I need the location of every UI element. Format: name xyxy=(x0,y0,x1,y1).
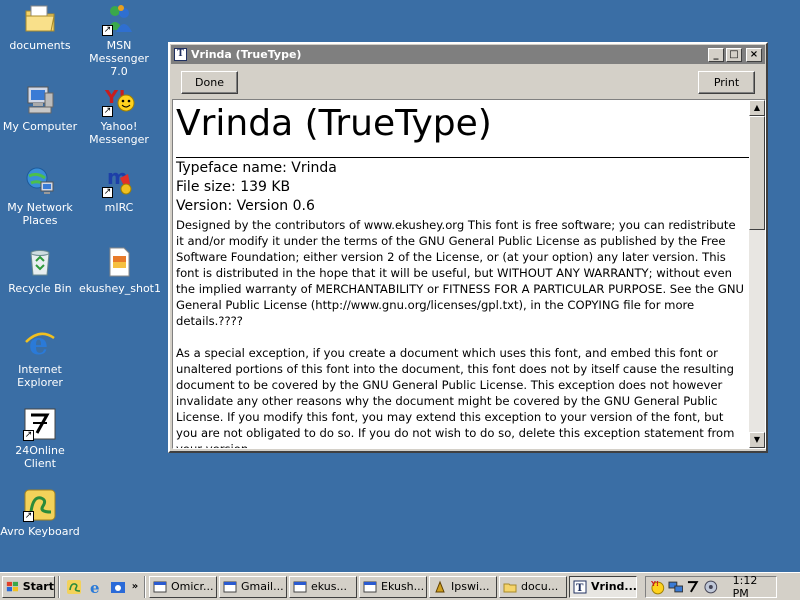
font-preview-content: Vrinda (TrueType) Typeface name: Vrinda … xyxy=(173,100,749,448)
taskbar-separator xyxy=(58,575,60,598)
font-icon: T xyxy=(573,580,587,594)
window-icon xyxy=(223,581,237,592)
desktop-icon-my-computer[interactable]: My Computer xyxy=(0,83,80,133)
minimize-button[interactable]: _ xyxy=(708,47,724,62)
svg-text:e: e xyxy=(90,579,100,595)
taskbar-button-ekus[interactable]: ekus... xyxy=(289,575,357,598)
svg-text:T: T xyxy=(576,583,584,594)
task-label: Ipswi... xyxy=(451,580,490,593)
task-label: ekus... xyxy=(311,580,347,593)
image-file-icon xyxy=(102,245,136,279)
task-label: Gmail... xyxy=(241,580,284,593)
24online-tray-icon[interactable] xyxy=(685,579,701,595)
desktop-icon-mirc[interactable]: m ↗ mIRC xyxy=(79,164,159,214)
quicklaunch-avro-icon[interactable] xyxy=(65,578,83,596)
desktop-icon-internet-explorer[interactable]: e Internet Explorer xyxy=(0,326,80,389)
desktop-icon-label: documents xyxy=(9,39,71,52)
vertical-scrollbar[interactable]: ▲ ▼ xyxy=(749,100,765,448)
window-icon xyxy=(363,581,377,592)
license-paragraph: Designed by the contributors of www.ekus… xyxy=(176,218,744,328)
desktop-icon-label: Internet Explorer xyxy=(17,363,63,389)
24online-client-icon: ↗ xyxy=(23,407,57,441)
taskbar-button-docu[interactable]: docu... xyxy=(499,575,567,598)
font-viewer-window: T Vrinda (TrueType) _ □ × Done Print Vri… xyxy=(168,42,768,453)
maximize-button[interactable]: □ xyxy=(726,47,742,62)
task-label: Vrind... xyxy=(591,580,637,593)
desktop-icon-label: Yahoo! Messenger xyxy=(89,120,149,146)
desktop-icon-avro-keyboard[interactable]: ↗ Avro Keyboard xyxy=(0,488,80,538)
close-button[interactable]: × xyxy=(746,47,762,62)
network-places-icon xyxy=(23,164,57,198)
window-toolbar: Done Print xyxy=(170,65,766,97)
quicklaunch-ie-icon[interactable]: e xyxy=(87,578,105,596)
desktop-icon-label: 24Online Client xyxy=(15,444,65,470)
desktop-icon-recycle-bin[interactable]: Recycle Bin xyxy=(0,245,80,295)
folder-icon xyxy=(23,2,57,36)
svg-text:Y!: Y! xyxy=(650,580,659,588)
window-icon xyxy=(153,581,167,592)
quicklaunch-outlook-icon[interactable] xyxy=(109,578,127,596)
desktop-icon-label: MSN Messenger 7.0 xyxy=(89,39,149,78)
taskbar-button-omicr[interactable]: Omicr... xyxy=(149,575,217,598)
start-button[interactable]: Start xyxy=(2,575,55,598)
print-button[interactable]: Print xyxy=(698,71,755,94)
window-icon xyxy=(293,581,307,592)
desktop-icon-label: Avro Keyboard xyxy=(0,525,80,538)
quicklaunch-more-icon[interactable]: » xyxy=(129,581,141,592)
font-file-icon: T xyxy=(174,48,187,61)
desktop-icon-24online-client[interactable]: ↗ 24Online Client xyxy=(0,407,80,470)
task-label: docu... xyxy=(521,580,559,593)
typeface-name: Typeface name: Vrinda xyxy=(176,160,337,176)
desktop-icon-label: Recycle Bin xyxy=(8,282,72,295)
desktop-icon-label: My Computer xyxy=(2,120,78,133)
window-title: Vrinda (TrueType) xyxy=(191,48,302,61)
desktop-icon-label: My Network Places xyxy=(7,201,73,227)
taskbar-button-ekush[interactable]: Ekush... xyxy=(359,575,427,598)
windows-flag-icon xyxy=(6,581,18,591)
app-icon xyxy=(435,580,445,592)
font-preview-pane: Vrinda (TrueType) Typeface name: Vrinda … xyxy=(172,99,766,449)
exception-paragraph: As a special exception, if you create a … xyxy=(176,346,735,448)
recycle-bin-icon xyxy=(23,245,57,279)
start-label: Start xyxy=(22,580,54,593)
msn-messenger-icon: ↗ xyxy=(102,2,136,36)
avro-keyboard-icon: ↗ xyxy=(23,488,57,522)
desktop-icon-ekushey-shot1[interactable]: ekushey_shot1 xyxy=(79,245,161,295)
yahoo-messenger-icon: Y! ↗ xyxy=(102,83,136,117)
desktop-icon-label: mIRC xyxy=(104,201,134,214)
scroll-up-arrow-icon[interactable]: ▲ xyxy=(749,100,765,116)
internet-explorer-icon: e xyxy=(23,326,57,360)
taskbar-button-ipswi[interactable]: Ipswi... xyxy=(429,575,497,598)
done-button[interactable]: Done xyxy=(181,71,238,94)
yahoo-tray-icon[interactable]: Y! xyxy=(650,579,666,595)
task-label: Ekush... xyxy=(381,580,425,593)
system-tray: Y! 1:12 PM xyxy=(645,574,777,600)
desktop-icon-documents[interactable]: documents xyxy=(0,2,80,52)
clock[interactable]: 1:12 PM xyxy=(733,574,776,600)
taskbar-button-gmail[interactable]: Gmail... xyxy=(219,575,287,598)
network-tray-icon[interactable] xyxy=(668,579,684,595)
taskbar-button-vrinda[interactable]: T Vrind... xyxy=(569,575,637,598)
task-label: Omicr... xyxy=(171,580,214,593)
file-size: File size: 139 KB xyxy=(176,179,291,195)
taskbar: Start e » Omicr... Gmail... ekus... Ekus… xyxy=(0,572,800,600)
desktop-icon-msn-messenger[interactable]: ↗ MSN Messenger 7.0 xyxy=(79,2,159,78)
font-name-heading: Vrinda (TrueType) xyxy=(176,102,749,158)
computer-icon xyxy=(23,83,57,117)
desktop-icon-yahoo-messenger[interactable]: Y! ↗ Yahoo! Messenger xyxy=(79,83,159,146)
volume-tray-icon[interactable] xyxy=(703,579,719,595)
mirc-icon: m ↗ xyxy=(102,164,136,198)
desktop-icon-my-network-places[interactable]: My Network Places xyxy=(0,164,80,227)
font-version: Version: Version 0.6 xyxy=(176,198,315,214)
font-description: Designed by the contributors of www.ekus… xyxy=(176,217,749,448)
folder-icon xyxy=(503,583,517,592)
window-titlebar[interactable]: T Vrinda (TrueType) _ □ × xyxy=(171,45,765,64)
taskbar-separator xyxy=(144,575,146,598)
svg-text:e: e xyxy=(29,327,48,360)
scrollbar-thumb[interactable] xyxy=(749,116,765,230)
scroll-down-arrow-icon[interactable]: ▼ xyxy=(749,432,765,448)
desktop-icon-label: ekushey_shot1 xyxy=(79,282,161,295)
